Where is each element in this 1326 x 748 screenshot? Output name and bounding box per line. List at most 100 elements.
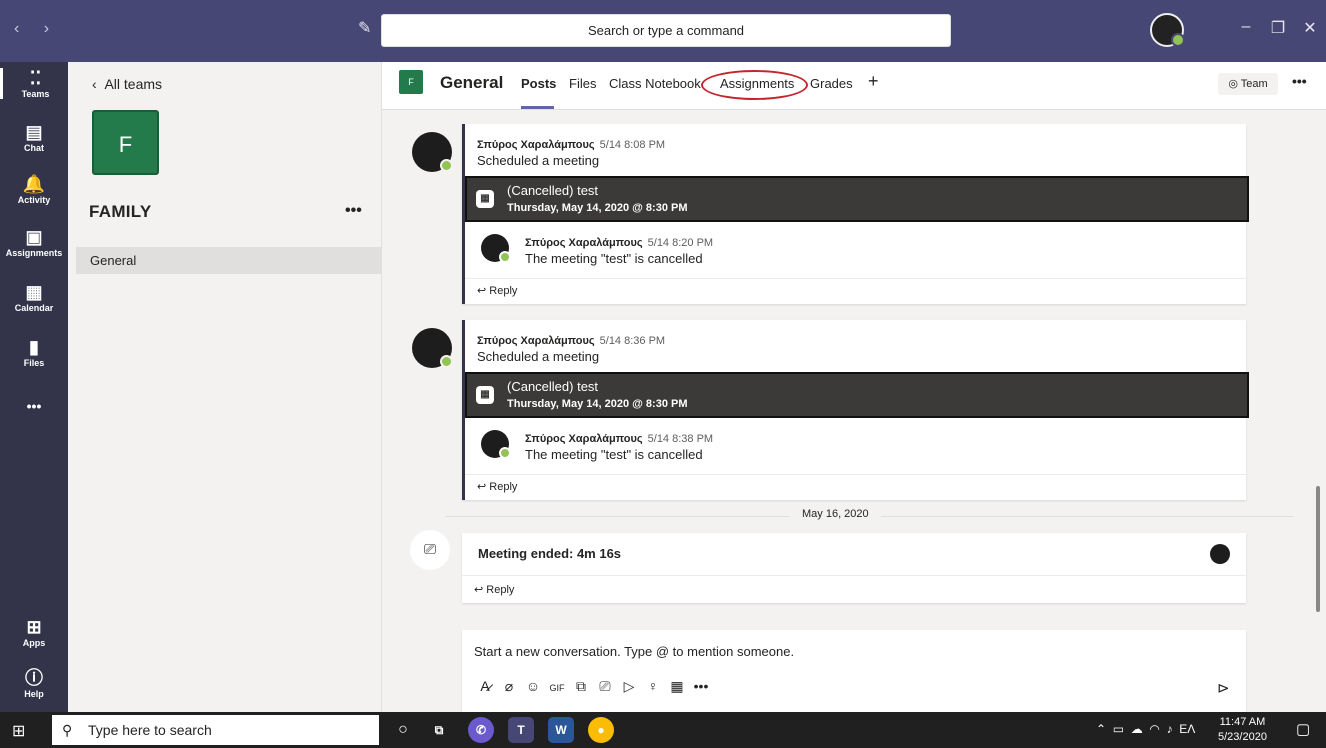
chevron-left-icon: ‹ — [92, 76, 97, 92]
header-more-button[interactable]: ••• — [1292, 73, 1307, 89]
praise-icon[interactable]: ♀ — [642, 678, 664, 694]
post-text: Scheduled a meeting — [477, 349, 600, 364]
reply-message: Σπύρος Χαραλάμπους 5/14 8:38 PM The meeti… — [525, 430, 713, 462]
more-options-icon[interactable]: ••• — [690, 678, 712, 694]
add-tab-button[interactable]: + — [868, 71, 879, 92]
notification-icon[interactable]: ▢ — [1296, 720, 1310, 738]
rail-item-activity[interactable]: 🔔 Activity — [0, 174, 68, 205]
bell-icon: 🔔 — [22, 174, 46, 194]
reply-button[interactable]: ↩ Reply — [462, 575, 1246, 603]
team-name: FAMILY — [89, 202, 152, 221]
team-button[interactable]: ◎ Team — [1218, 73, 1278, 95]
reply-button[interactable]: ↩ Reply — [465, 474, 1249, 498]
clock-time: 11:47 AM — [1219, 716, 1266, 728]
system-tray: ⌃ ▭ ☁ ◠ ♪ EΛ — [1096, 722, 1195, 736]
reply-text: The meeting "test" is cancelled — [525, 251, 703, 266]
profile-avatar[interactable] — [1150, 13, 1185, 47]
windows-taskbar: ⊞ ⚲ Type here to search ○ ⧉ ✆ T W ● ⌃ ▭ … — [0, 712, 1326, 748]
tab-files[interactable]: Files — [569, 76, 596, 91]
compose-box: Start a new conversation. Type @ to ment… — [462, 630, 1246, 712]
rail-label: Calendar — [14, 303, 54, 313]
calendar-icon: ▦ — [25, 282, 43, 302]
rail-label: Teams — [21, 89, 50, 99]
rail-item-chat[interactable]: ▤ Chat — [0, 122, 68, 153]
forms-icon[interactable]: ▦ — [666, 678, 688, 695]
files-icon: ▮ — [29, 337, 39, 357]
rail-item-help[interactable]: ⓘ Help — [0, 668, 68, 699]
post-header: Σπύρος Χαραλάμπους 5/14 8:36 PM Scheduled… — [477, 332, 665, 364]
format-icon[interactable]: A̷ — [474, 678, 496, 694]
author-avatar — [412, 328, 453, 368]
battery-icon[interactable]: ▭ — [1113, 722, 1124, 736]
attach-icon[interactable]: ⌀ — [498, 678, 520, 695]
emoji-icon[interactable]: ☺ — [522, 678, 544, 694]
stream-icon[interactable]: ▷ — [618, 678, 640, 695]
language-indicator[interactable]: EΛ — [1179, 722, 1195, 736]
maximize-icon[interactable]: ❐ — [1264, 18, 1292, 38]
feed-scrollbar[interactable] — [1316, 486, 1320, 612]
chat-icon: ▤ — [25, 122, 43, 142]
annotation-circle — [701, 70, 808, 100]
team-avatar: F — [92, 110, 159, 175]
meeting-title: (Cancelled) test — [507, 379, 599, 394]
windows-start-icon[interactable]: ⊞ — [12, 721, 30, 740]
post-time: 5/14 8:08 PM — [599, 139, 666, 151]
onedrive-icon[interactable]: ☁ — [1131, 722, 1143, 736]
volume-icon[interactable]: ♪ — [1167, 722, 1173, 736]
sticker-icon[interactable]: ⧉ — [570, 678, 592, 695]
tab-grades[interactable]: Grades — [810, 76, 853, 91]
chevron-up-icon[interactable]: ⌃ — [1096, 722, 1106, 736]
word-icon[interactable]: W — [548, 717, 574, 743]
reply-avatar — [481, 234, 511, 263]
rail-item-apps[interactable]: ⊞ Apps — [0, 617, 68, 648]
search-icon: ⚲ — [62, 722, 73, 738]
apps-icon: ⊞ — [26, 617, 42, 637]
post-time: 5/14 8:36 PM — [599, 335, 666, 347]
back-forward-arrows[interactable]: ‹ › — [14, 20, 59, 38]
all-teams-label: All teams — [104, 76, 163, 92]
reply-button[interactable]: ↩ Reply — [465, 278, 1249, 302]
taskbar-search-input[interactable]: ⚲ Type here to search — [52, 715, 379, 745]
reply-text: The meeting "test" is cancelled — [525, 447, 703, 462]
cortana-icon[interactable]: ○ — [390, 717, 416, 743]
taskbar-search-placeholder: Type here to search — [88, 722, 212, 738]
tab-posts[interactable]: Posts — [521, 76, 556, 91]
teams-window: ‹ › ✎ Search or type a command – ❐ ✕ ⁚⁚ … — [0, 0, 1326, 748]
minimize-icon[interactable]: – — [1232, 18, 1260, 36]
reply-author: Σπύρος Χαραλάμπους — [525, 237, 643, 249]
all-teams-link[interactable]: ‹ All teams — [92, 76, 162, 92]
viber-icon[interactable]: ✆ — [468, 717, 494, 743]
calendar-icon: ▦ — [476, 386, 494, 404]
teams-taskbar-icon[interactable]: T — [508, 717, 534, 743]
task-view-icon[interactable]: ⧉ — [426, 717, 452, 743]
help-icon: ⓘ — [25, 668, 43, 688]
rail-item-files[interactable]: ▮ Files — [0, 337, 68, 368]
team-more-button[interactable]: ••• — [345, 202, 362, 220]
meet-now-icon[interactable]: ⎚ — [594, 678, 616, 695]
gif-icon[interactable]: GIF — [546, 683, 568, 693]
new-chat-icon[interactable]: ✎ — [358, 18, 376, 37]
post-author: Σπύρος Χαραλάμπους — [477, 139, 595, 151]
rail-item-calendar[interactable]: ▦ Calendar — [0, 282, 68, 313]
wifi-icon[interactable]: ◠ — [1149, 722, 1159, 736]
close-icon[interactable]: ✕ — [1296, 18, 1324, 38]
tab-class-notebook[interactable]: Class Notebook — [609, 76, 701, 91]
assignments-icon: ▣ — [25, 227, 43, 247]
post-header: Σπύρος Χαραλάμπους 5/14 8:08 PM Scheduled… — [477, 136, 665, 168]
reply-author: Σπύρος Χαραλάμπους — [525, 433, 643, 445]
taskbar-clock[interactable]: 11:47 AM 5/23/2020 — [1218, 715, 1267, 745]
rail-label: Chat — [24, 143, 44, 153]
rail-more-button[interactable]: ••• — [0, 398, 68, 414]
meeting-card[interactable]: ▦ (Cancelled) test Thursday, May 14, 202… — [465, 176, 1249, 222]
channel-item-general[interactable]: General — [76, 247, 382, 274]
meeting-card[interactable]: ▦ (Cancelled) test Thursday, May 14, 202… — [465, 372, 1249, 418]
search-input[interactable]: Search or type a command — [381, 14, 951, 47]
new-conversation-input[interactable]: Start a new conversation. Type @ to ment… — [462, 638, 1246, 666]
chrome-icon[interactable]: ● — [588, 717, 614, 743]
post-author: Σπύρος Χαραλάμπους — [477, 335, 595, 347]
send-icon[interactable]: ⊳ — [1217, 679, 1230, 697]
rail-item-assignments[interactable]: ▣ Assignments — [0, 227, 68, 258]
compose-toolbar: A̷ ⌀ ☺ GIF ⧉ ⎚ ▷ ♀ ▦ ••• — [474, 678, 714, 695]
rail-item-teams[interactable]: ⁚⁚ Teams — [0, 68, 68, 99]
posts-feed: Σπύρος Χαραλάμπους 5/14 8:08 PM Scheduled… — [382, 110, 1326, 620]
